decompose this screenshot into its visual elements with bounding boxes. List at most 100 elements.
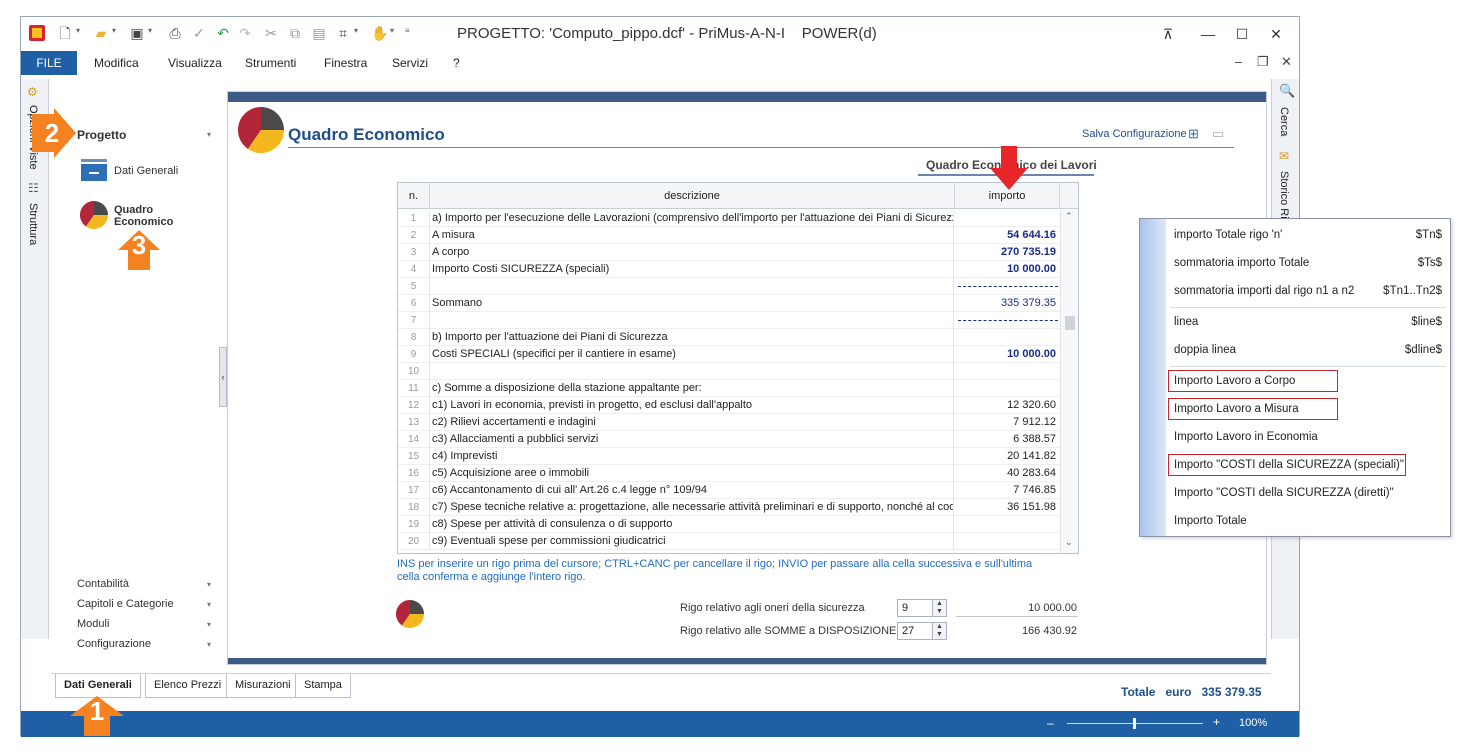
- table-row[interactable]: 6 Sommano 335 379.35: [398, 295, 1060, 312]
- row-descrizione[interactable]: A misura: [432, 227, 954, 244]
- col-header-descrizione[interactable]: descrizione: [430, 183, 955, 209]
- mdi-restore-button[interactable]: ❐: [1257, 54, 1269, 70]
- row-importo[interactable]: [956, 380, 1058, 397]
- table-row[interactable]: 19 c8) Spese per attività di consulenza o…: [398, 516, 1060, 533]
- menu-strumenti[interactable]: Strumenti: [245, 56, 296, 70]
- row-descrizione[interactable]: a) Importo per l'esecuzione delle Lavora…: [432, 210, 954, 227]
- maximize-button[interactable]: ☐: [1231, 23, 1253, 45]
- row-descrizione[interactable]: c9) Eventuali spese per commissioni giud…: [432, 533, 954, 550]
- row-descrizione[interactable]: Importo Costi SICUREZZA (speciali): [432, 261, 954, 278]
- ribbon-display-icon[interactable]: ⊼: [1157, 23, 1179, 45]
- table-row[interactable]: 18 c7) Spese tecniche relative a: progett…: [398, 499, 1060, 516]
- paste-icon[interactable]: ▤: [311, 25, 327, 41]
- undo-icon[interactable]: ↶: [215, 25, 231, 41]
- menu-item[interactable]: sommatoria importi dal rigo n1 a n2: [1174, 285, 1354, 297]
- save-icon[interactable]: ▣: [129, 25, 145, 41]
- row-importo[interactable]: 270 735.19: [956, 244, 1058, 261]
- menu-modifica[interactable]: Modifica: [94, 56, 139, 70]
- save-configuration-link[interactable]: Salva Configurazione: [1082, 128, 1187, 140]
- open-folder-icon[interactable]: ▰: [93, 25, 109, 41]
- menu-item[interactable]: Importo "COSTI della SICUREZZA (diretti)…: [1174, 487, 1394, 499]
- menu-item[interactable]: importo Totale rigo 'n': [1174, 229, 1282, 241]
- table-row[interactable]: 20 c9) Eventuali spese per commissioni gi…: [398, 533, 1060, 550]
- row-importo[interactable]: [956, 363, 1058, 380]
- row-descrizione[interactable]: A corpo: [432, 244, 954, 261]
- menu-item[interactable]: sommatoria importo Totale: [1174, 257, 1309, 269]
- clipboard-dropdown-icon[interactable]: ▾: [354, 26, 358, 35]
- configurazione-dropdown-icon[interactable]: ▾: [207, 640, 211, 649]
- options-icon[interactable]: ⚙: [27, 85, 38, 99]
- table-row[interactable]: 13 c2) Rilievi accertamenti e indagini 7 9…: [398, 414, 1060, 431]
- close-button[interactable]: ✕: [1265, 23, 1287, 45]
- customize-qa-icon[interactable]: ≡: [405, 26, 410, 35]
- table-row[interactable]: 1 a) Importo per l'esecuzione delle Lavor…: [398, 210, 1060, 227]
- row-descrizione[interactable]: Sommano: [432, 295, 954, 312]
- row-descrizione[interactable]: c) Somme a disposizione della stazione a…: [432, 380, 954, 397]
- structure-icon[interactable]: ☷: [28, 181, 39, 195]
- spellcheck-icon[interactable]: ✓: [191, 25, 207, 41]
- scroll-down-icon[interactable]: ⌄: [1065, 537, 1073, 548]
- row-importo[interactable]: [956, 516, 1058, 533]
- redo-icon[interactable]: ↷: [237, 25, 253, 41]
- scroll-thumb[interactable]: [1065, 316, 1075, 330]
- history-icon[interactable]: ✉: [1279, 149, 1289, 163]
- table-row[interactable]: 5: [398, 278, 1060, 295]
- row-descrizione[interactable]: c7) Spese tecniche relative a: progettaz…: [432, 499, 954, 516]
- row-descrizione[interactable]: c5) Acquisizione aree o immobili: [432, 465, 954, 482]
- row-descrizione[interactable]: c6) Accantonamento di cui all' Art.26 c.…: [432, 482, 954, 499]
- collapse-nav-handle[interactable]: ‹: [219, 347, 227, 407]
- oneri-sicurezza-value[interactable]: 9: [902, 602, 908, 614]
- row-importo[interactable]: 10 000.00: [956, 261, 1058, 278]
- save-dropdown-icon[interactable]: ▾: [148, 26, 152, 35]
- nav-item-quadro-economico[interactable]: Quadro Economico: [114, 204, 184, 228]
- export-config-icon[interactable]: ▭: [1212, 126, 1224, 142]
- somme-spin-buttons[interactable]: ▲ ▼: [932, 623, 946, 639]
- tab-cerca[interactable]: Cerca: [1278, 107, 1290, 136]
- table-row[interactable]: 14 c3) Allacciamenti a pubblici servizi 6 …: [398, 431, 1060, 448]
- grid-scrollbar[interactable]: ⌃ ⌄: [1060, 210, 1078, 553]
- mdi-minimize-button[interactable]: –: [1235, 54, 1242, 69]
- row-importo[interactable]: 54 644.16: [956, 227, 1058, 244]
- row-importo[interactable]: 20 141.82: [956, 448, 1058, 465]
- oneri-sicurezza-spinner[interactable]: 9 ▲ ▼: [897, 599, 947, 617]
- row-descrizione[interactable]: c4) Imprevisti: [432, 448, 954, 465]
- row-descrizione[interactable]: c3) Allacciamenti a pubblici servizi: [432, 431, 954, 448]
- somme-disposizione-spinner[interactable]: 27 ▲ ▼: [897, 622, 947, 640]
- table-row[interactable]: 9 Costi SPECIALI (specifici per il cantie…: [398, 346, 1060, 363]
- save-config-icon[interactable]: ⊞: [1188, 126, 1199, 142]
- tab-storico[interactable]: Storico Ri: [1278, 171, 1290, 219]
- file-menu[interactable]: FILE: [21, 51, 77, 75]
- moduli-dropdown-icon[interactable]: ▾: [207, 620, 211, 629]
- row-importo[interactable]: 7 912.12: [956, 414, 1058, 431]
- row-descrizione[interactable]: [432, 363, 954, 380]
- menu-item[interactable]: Importo "COSTI della SICUREZZA (speciali…: [1174, 459, 1404, 471]
- row-descrizione[interactable]: c8) Spese per attività di consulenza o d…: [432, 516, 954, 533]
- row-importo[interactable]: [956, 329, 1058, 346]
- table-row[interactable]: 10: [398, 363, 1060, 380]
- menu-help[interactable]: ?: [453, 56, 460, 70]
- table-row[interactable]: 3A corpo 270 735.19: [398, 244, 1060, 261]
- row-descrizione[interactable]: [432, 312, 954, 329]
- mdi-close-button[interactable]: ✕: [1281, 54, 1292, 70]
- tab-elenco-prezzi[interactable]: Elenco Prezzi: [145, 674, 231, 698]
- nav-section-progetto[interactable]: Progetto: [77, 128, 126, 142]
- clipboard-special-icon[interactable]: ⌗: [335, 25, 351, 41]
- col-header-n[interactable]: n.: [398, 183, 430, 209]
- tab-misurazioni[interactable]: Misurazioni: [226, 674, 300, 698]
- menu-visualizza[interactable]: Visualizza: [168, 56, 222, 70]
- row-importo[interactable]: 6 388.57: [956, 431, 1058, 448]
- nav-item-dati-generali[interactable]: Dati Generali: [114, 165, 178, 177]
- nav-group-configurazione[interactable]: Configurazione: [77, 638, 151, 650]
- menu-item[interactable]: linea: [1174, 316, 1198, 328]
- row-importo[interactable]: 10 000.00: [956, 346, 1058, 363]
- contabilita-dropdown-icon[interactable]: ▾: [207, 580, 211, 589]
- search-doc-icon[interactable]: 🔍: [1279, 83, 1295, 99]
- touch-mode-icon[interactable]: ✋: [371, 25, 388, 41]
- row-importo[interactable]: [956, 210, 1058, 227]
- tab-struttura[interactable]: Struttura: [27, 203, 39, 245]
- table-row[interactable]: 7: [398, 312, 1060, 329]
- tab-stampa[interactable]: Stampa: [295, 674, 351, 698]
- menu-finestra[interactable]: Finestra: [324, 56, 367, 70]
- scroll-up-icon[interactable]: ⌃: [1065, 211, 1073, 222]
- table-row[interactable]: 16 c5) Acquisizione aree o immobili 40 283…: [398, 465, 1060, 482]
